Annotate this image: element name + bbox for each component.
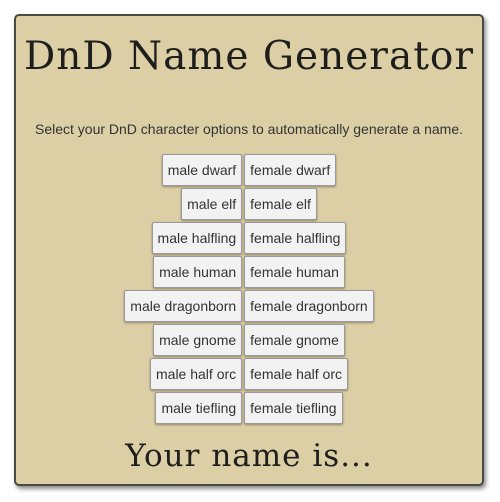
option-row-human: male human female human xyxy=(16,256,482,290)
female-tiefling-button[interactable]: female tiefling xyxy=(244,392,343,424)
female-elf-button[interactable]: female elf xyxy=(244,188,317,220)
female-dwarf-button[interactable]: female dwarf xyxy=(244,154,337,186)
generator-panel: DnD Name Generator Select your DnD chara… xyxy=(14,14,484,486)
male-human-button[interactable]: male human xyxy=(153,256,243,288)
option-row-elf: male elf female elf xyxy=(16,188,482,222)
option-row-dwarf: male dwarf female dwarf xyxy=(16,154,482,188)
female-dragonborn-button[interactable]: female dragonborn xyxy=(244,290,374,322)
female-half-orc-button[interactable]: female half orc xyxy=(244,358,348,390)
male-tiefling-button[interactable]: male tiefling xyxy=(155,392,243,424)
option-row-half-orc: male half orc female half orc xyxy=(16,358,482,392)
male-elf-button[interactable]: male elf xyxy=(181,188,243,220)
option-row-halfling: male halfling female halfling xyxy=(16,222,482,256)
generated-name-display: Your name is... xyxy=(125,438,373,474)
option-row-tiefling: male tiefling female tiefling xyxy=(16,392,482,426)
male-gnome-button[interactable]: male gnome xyxy=(153,324,243,356)
option-buttons: male dwarf female dwarf male elf female … xyxy=(16,154,482,426)
female-halfling-button[interactable]: female halfling xyxy=(244,222,347,254)
male-half-orc-button[interactable]: male half orc xyxy=(150,358,243,390)
page-title: DnD Name Generator xyxy=(23,34,474,79)
option-row-dragonborn: male dragonborn female dragonborn xyxy=(16,290,482,324)
male-dragonborn-button[interactable]: male dragonborn xyxy=(124,290,243,322)
male-halfling-button[interactable]: male halfling xyxy=(151,222,243,254)
instructions-text: Select your DnD character options to aut… xyxy=(34,121,463,137)
male-dwarf-button[interactable]: male dwarf xyxy=(161,154,243,186)
female-human-button[interactable]: female human xyxy=(244,256,345,288)
option-row-gnome: male gnome female gnome xyxy=(16,324,482,358)
female-gnome-button[interactable]: female gnome xyxy=(244,324,345,356)
